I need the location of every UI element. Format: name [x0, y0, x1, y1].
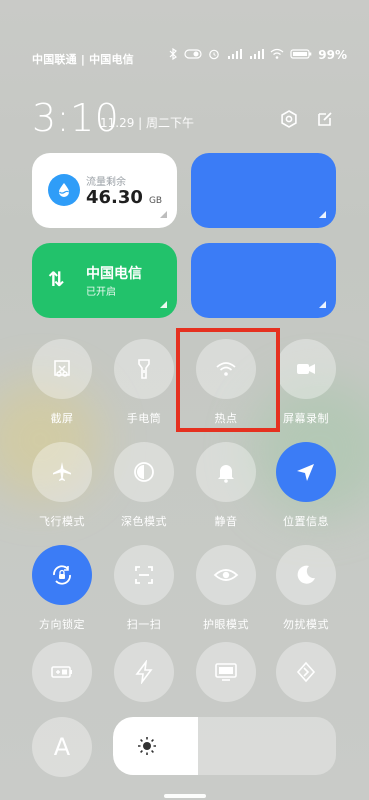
tile-location-button[interactable] [276, 442, 336, 502]
signal-hd-icon [226, 48, 243, 62]
brightness-slider[interactable] [113, 717, 336, 775]
scan-icon [135, 566, 153, 584]
tile-label: 静音 [214, 515, 238, 528]
moon-icon [297, 565, 315, 584]
tile-label: 方向锁定 [39, 618, 85, 631]
tile-label: 护眼模式 [203, 618, 249, 631]
nfc-icon [296, 661, 316, 683]
mobile-network-status: 已开启 [86, 287, 116, 298]
tile-screenshot-button[interactable] [32, 339, 92, 399]
bluetooth-icon [168, 47, 178, 62]
location-arrow-icon [297, 464, 314, 481]
tile-dark-mode[interactable]: 深色模式 [99, 442, 189, 529]
data-usage-card[interactable]: 流量剩余 46.30 GB [32, 153, 177, 228]
data-remaining-label: 流量剩余 [86, 177, 126, 188]
data-transfer-icon: ⇅ [48, 267, 65, 291]
screenshot-icon [54, 360, 70, 377]
bell-icon [218, 465, 234, 483]
expand-corner-icon [319, 301, 326, 308]
airplane-icon [53, 462, 71, 481]
status-icons: 99% [168, 47, 347, 62]
tile-dnd[interactable]: 勿扰模式 [261, 545, 351, 632]
tile-label: 勿扰模式 [283, 618, 329, 631]
monitor-icon [215, 663, 237, 681]
clock-date: 11.29 | 周二下午 [100, 116, 195, 130]
data-remaining-value: 46.30 GB [86, 187, 162, 208]
data-value: 46.30 [86, 187, 143, 208]
flashlight-icon [138, 359, 150, 379]
tile-nfc-button[interactable] [276, 642, 336, 702]
redacted-card-1[interactable] [191, 153, 336, 228]
auto-brightness-button[interactable]: A [32, 717, 92, 777]
wifi-status-icon [270, 48, 284, 62]
lightning-icon [135, 660, 153, 684]
tile-flashlight-button[interactable] [114, 339, 174, 399]
tile-label: 飞行模式 [39, 515, 85, 528]
tile-airplane[interactable]: 飞行模式 [17, 442, 107, 529]
tile-battery-saver-button[interactable] [32, 642, 92, 702]
status-bar: 中国联通 | 中国电信 99% [0, 47, 369, 68]
edit-icon[interactable] [314, 108, 336, 130]
vibrate-icon [184, 48, 202, 62]
tile-airplane-button[interactable] [32, 442, 92, 502]
home-indicator[interactable] [164, 794, 206, 798]
carrier-label: 中国联通 | 中国电信 [32, 53, 134, 66]
highlight-box [176, 328, 280, 432]
battery-percent: 99% [318, 48, 347, 62]
tile-label: 扫一扫 [126, 618, 162, 631]
tile-label: 位置信息 [283, 515, 329, 528]
tile-silent-button[interactable] [196, 442, 256, 502]
tile-silent[interactable]: 静音 [181, 442, 271, 529]
battery-icon [290, 48, 312, 62]
tile-screen-record-button[interactable] [276, 339, 336, 399]
tile-performance-button[interactable] [114, 642, 174, 702]
battery-saver-icon [51, 666, 72, 678]
tile-battery-saver[interactable] [17, 642, 107, 702]
tile-location[interactable]: 位置信息 [261, 442, 351, 529]
settings-icon[interactable] [278, 108, 300, 130]
tile-screenshot[interactable]: 截屏 [17, 339, 107, 426]
tile-label: 截屏 [50, 412, 74, 425]
water-drop-icon [48, 174, 80, 206]
alarm-icon [208, 48, 220, 62]
dark-mode-icon [134, 462, 154, 482]
screen-record-icon [297, 364, 315, 374]
eye-icon [213, 569, 239, 581]
signal-hd2-icon [248, 48, 265, 62]
tile-dark-mode-button[interactable] [114, 442, 174, 502]
expand-corner-icon [319, 211, 326, 218]
auto-brightness-label: A [53, 733, 71, 761]
tile-label: 深色模式 [121, 515, 167, 528]
tile-dnd-button[interactable] [276, 545, 336, 605]
sun-icon [137, 736, 157, 760]
tile-eye-care[interactable]: 护眼模式 [181, 545, 271, 632]
expand-corner-icon [160, 301, 167, 308]
rotation-lock-icon [53, 565, 71, 585]
mobile-network-card[interactable]: ⇅ 中国电信 已开启 [32, 243, 177, 318]
expand-corner-icon [160, 211, 167, 218]
redacted-card-2[interactable] [191, 243, 336, 318]
tile-eye-care-button[interactable] [196, 545, 256, 605]
data-unit: GB [148, 196, 163, 206]
mobile-network-title: 中国电信 [86, 266, 142, 282]
tile-scan-button[interactable] [114, 545, 174, 605]
tile-rotation-lock[interactable]: 方向锁定 [17, 545, 107, 632]
tile-rotation-lock-button[interactable] [32, 545, 92, 605]
tile-scan[interactable]: 扫一扫 [99, 545, 189, 632]
tile-screen-cast[interactable] [181, 642, 271, 702]
tile-screen-cast-button[interactable] [196, 642, 256, 702]
tile-performance[interactable] [99, 642, 189, 702]
tile-nfc[interactable] [261, 642, 351, 702]
